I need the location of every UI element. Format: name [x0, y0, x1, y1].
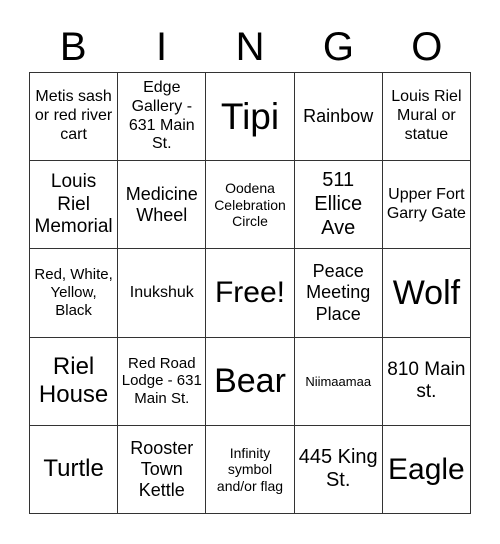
bingo-cell[interactable]: Niimaamaa [294, 337, 383, 426]
bingo-card: Metis sash or red river cart Edge Galler… [29, 72, 471, 514]
header-letter-i: I [156, 25, 168, 69]
bingo-cell[interactable]: Upper Fort Garry Gate [382, 161, 471, 250]
cell-text: Infinity symbol and/or flag [216, 444, 284, 494]
cell-text: Free! [214, 276, 285, 310]
bingo-cell[interactable]: Louis Riel Memorial [30, 161, 119, 250]
bingo-cell[interactable]: Medicine Wheel [118, 161, 207, 250]
cell-text: Turtle [43, 455, 104, 483]
bingo-header: B I N G O [29, 22, 471, 72]
bingo-cell[interactable]: Edge Gallery - 631 Main St. [118, 73, 207, 162]
cell-text: Metis sash or red river cart [34, 88, 113, 144]
cell-text: Louis Riel Mural or statue [391, 88, 462, 144]
cell-text: Niimaamaa [305, 373, 372, 389]
cell-text: Upper Fort Garry Gate [386, 185, 466, 222]
bingo-cell[interactable]: Oodena Celebration Circle [206, 161, 295, 250]
bingo-cell[interactable]: Wolf [382, 249, 471, 338]
bingo-cell[interactable]: Metis sash or red river cart [30, 73, 119, 162]
bingo-cell[interactable]: Louis Riel Mural or statue [382, 73, 471, 162]
bingo-cell[interactable]: Red, White, Yellow, Black [30, 249, 119, 338]
bingo-cell[interactable]: Rooster Town Kettle [118, 425, 207, 514]
bingo-cell[interactable]: Inukshuk [118, 249, 207, 338]
bingo-cell[interactable]: Peace Meeting Place [294, 249, 383, 338]
cell-text: Wolf [392, 273, 461, 312]
cell-text: Red Road Lodge - 631 Main St. [121, 354, 202, 408]
cell-text: 511 Ellice Ave [314, 169, 363, 239]
bingo-cell[interactable]: Bear [206, 337, 295, 426]
bingo-cell[interactable]: 445 King St. [294, 425, 383, 514]
header-letter-n: N [235, 25, 265, 69]
cell-text: Bear [214, 362, 286, 401]
cell-text: Medicine Wheel [125, 183, 198, 225]
cell-text: Inukshuk [129, 283, 194, 301]
bingo-cell[interactable]: Rainbow [294, 73, 383, 162]
cell-text: Red, White, Yellow, Black [34, 266, 113, 319]
cell-text: Rooster Town Kettle [130, 437, 194, 500]
cell-text: Tipi [220, 95, 280, 137]
bingo-cell[interactable]: Turtle [30, 425, 119, 514]
cell-text: Rainbow [303, 105, 374, 126]
bingo-cell[interactable]: Infinity symbol and/or flag [206, 425, 295, 514]
cell-text: 445 King St. [298, 445, 378, 492]
cell-text: Peace Meeting Place [306, 261, 371, 324]
free-space[interactable]: Free! [206, 249, 295, 338]
header-letter-b: B [59, 25, 87, 69]
cell-text: Eagle [388, 452, 465, 486]
cell-text: Edge Gallery - 631 Main St. [128, 78, 195, 153]
cell-text: Oodena Celebration Circle [214, 180, 286, 230]
bingo-cell[interactable]: Eagle [382, 425, 471, 514]
bingo-cell[interactable]: Riel House [30, 337, 119, 426]
cell-text: Riel House [38, 352, 109, 409]
bingo-cell[interactable]: 511 Ellice Ave [294, 161, 383, 250]
bingo-cell[interactable]: 810 Main st. [382, 337, 471, 426]
header-letter-g: G [322, 25, 354, 69]
cell-text: Louis Riel Memorial [34, 171, 113, 237]
bingo-cell[interactable]: Tipi [206, 73, 295, 162]
cell-text: 810 Main st. [387, 358, 466, 403]
bingo-cell[interactable]: Red Road Lodge - 631 Main St. [118, 337, 207, 426]
header-letter-o: O [411, 25, 443, 69]
